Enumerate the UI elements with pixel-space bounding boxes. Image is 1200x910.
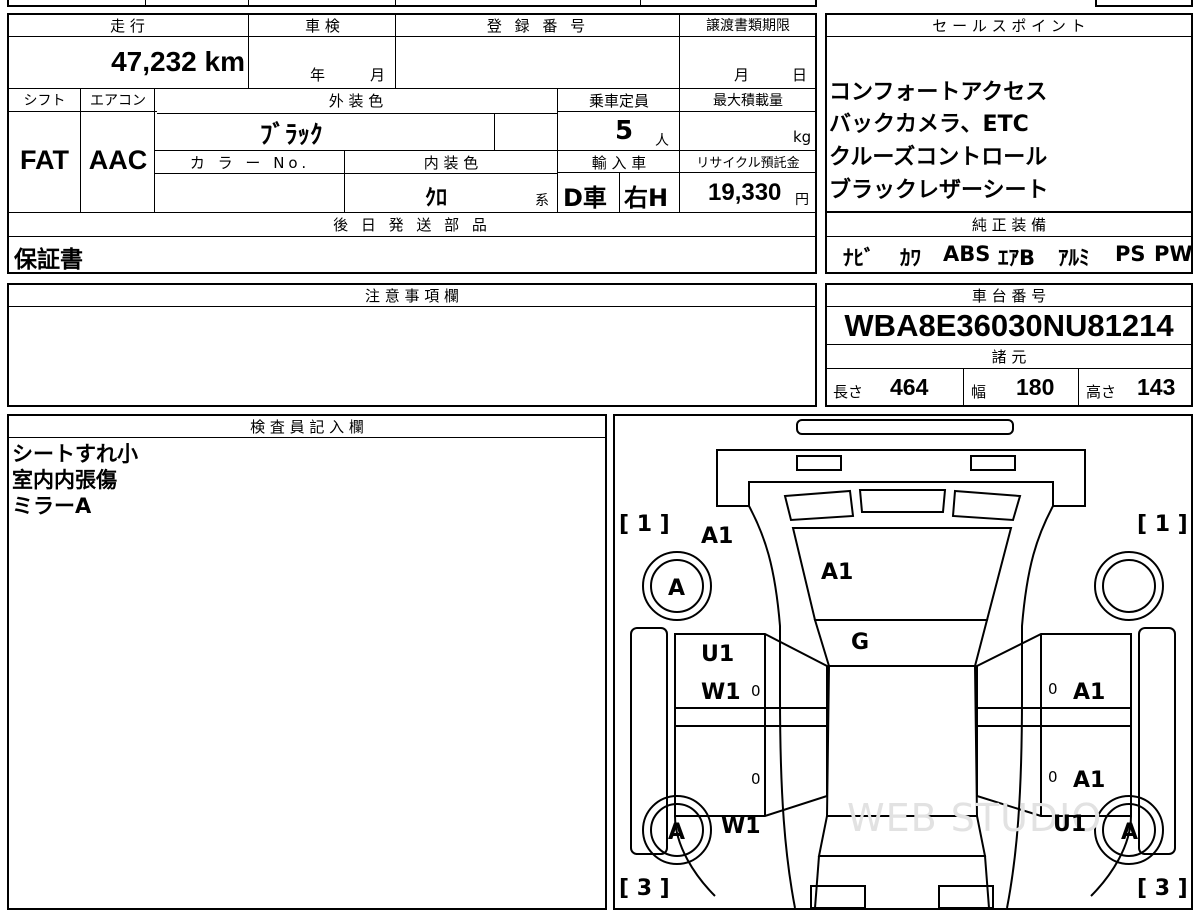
equip-alloy: ｱﾙﾐ <box>1058 246 1090 270</box>
top-strip <box>7 0 817 7</box>
capacity-value: 5 <box>615 116 634 146</box>
recycle-header: リサイクル預託金 <box>696 156 800 171</box>
zero-mark-2: 0 <box>751 770 761 788</box>
length-label: 長さ <box>833 383 864 401</box>
front-left-fender-code: A1 <box>701 524 734 549</box>
shift-header: シフト <box>23 93 66 109</box>
inspection-month-label: 月 <box>370 66 386 84</box>
height-value: 143 <box>1137 374 1176 400</box>
hood-code: A1 <box>821 560 854 585</box>
windshield-code: G <box>851 630 870 655</box>
deadline-day-label: 日 <box>792 66 808 84</box>
equip-ps: PS <box>1115 242 1146 266</box>
inspection-header: 車 検 <box>305 17 340 35</box>
chassis-number: WBA8E36030NU81214 <box>844 308 1174 343</box>
height-label: 高さ <box>1086 383 1117 401</box>
equip-nav: ﾅﾋﾞ <box>843 246 875 270</box>
inspector-header: 検 査 員 記 入 欄 <box>250 418 364 436</box>
specs-header: 諸 元 <box>991 348 1027 366</box>
bracket-rear-right: [ 3 ] <box>1137 876 1188 901</box>
notes-header: 注 意 事 項 欄 <box>364 287 460 305</box>
sales-point-1: コンフォートアクセス <box>829 80 1048 105</box>
rear-right-quarter-code: U1 <box>1053 812 1087 837</box>
equip-leather: ｶﾜ <box>900 246 921 270</box>
aircon-value: AAC <box>88 145 148 175</box>
width-label: 幅 <box>971 383 987 401</box>
bracket-front-right: [ 1 ] <box>1137 512 1188 537</box>
later-parts-value: 保証書 <box>14 247 83 273</box>
shift-value: FAT <box>20 145 69 175</box>
rear-right-door-code: A1 <box>1073 768 1106 793</box>
zero-mark-3: 0 <box>1048 680 1058 698</box>
mileage-value: 47,232 km <box>111 46 245 77</box>
equip-pw: PW <box>1154 242 1193 266</box>
length-value: 464 <box>890 374 929 400</box>
front-right-door-code: A1 <box>1073 680 1106 705</box>
rear-left-quarter-code: W1 <box>721 814 761 839</box>
zero-mark-1: 0 <box>751 682 761 700</box>
car-damage-diagram: WEB STUDIO [ 1 ] [ 1 ] [ 3 ] [ 3 ] A1 A1… <box>613 414 1193 910</box>
later-parts-header: 後 日 発 送 部 品 <box>333 216 491 234</box>
equip-airbag: ｴｱB <box>998 246 1036 270</box>
transfer-deadline-header: 譲渡書類期限 <box>706 18 790 34</box>
mileage-header: 走 行 <box>110 17 145 35</box>
front-left-wheel-code: A <box>668 576 686 601</box>
sales-point-4: ブラックレザーシート <box>829 178 1049 203</box>
front-left-door-code-2: W1 <box>701 680 741 705</box>
equip-abs: ABS <box>943 242 991 266</box>
zero-mark-4: 0 <box>1048 768 1058 786</box>
reg-number-header: 登 録 番 号 <box>486 17 590 35</box>
inspector-line-1: シートすれ小 <box>12 442 138 466</box>
inspection-year-label: 年 <box>310 66 326 84</box>
load-unit: kg <box>793 128 812 146</box>
import-type: D車 <box>563 184 607 212</box>
recycle-value: 19,330 <box>708 179 782 206</box>
interior-color-header: 内 装 色 <box>423 154 479 172</box>
bracket-front-left: [ 1 ] <box>619 512 670 537</box>
handle-side: 右H <box>624 184 669 212</box>
bracket-rear-left: [ 3 ] <box>619 876 670 901</box>
capacity-unit: 人 <box>655 133 669 149</box>
sales-point-2: バックカメラ、ETC <box>829 112 1029 137</box>
max-load-header: 最大積載量 <box>713 93 783 109</box>
width-value: 180 <box>1016 374 1055 400</box>
aircon-header: エアコン <box>90 93 146 109</box>
rear-left-wheel-code: A <box>668 820 686 845</box>
recycle-unit: 円 <box>795 192 809 208</box>
exterior-color-header: 外 装 色 <box>328 92 384 110</box>
sales-points-header: セ ー ル ス ポ イ ン ト <box>932 17 1086 35</box>
interior-suffix: 系 <box>535 193 549 209</box>
import-header: 輸 入 車 <box>591 154 647 172</box>
inspector-line-2: 室内内張傷 <box>12 468 117 492</box>
exterior-color-value: ﾌﾞﾗｯｸ <box>260 120 323 149</box>
sales-point-3: クルーズコントロール <box>829 145 1048 170</box>
chassis-header: 車 台 番 号 <box>971 287 1047 305</box>
color-no-header: カ ラ ー No. <box>189 154 311 172</box>
capacity-header: 乗車定員 <box>588 92 649 110</box>
inspector-line-3: ミラーA <box>12 494 92 518</box>
deadline-month-label: 月 <box>734 66 750 84</box>
standard-equipment-header: 純 正 装 備 <box>971 216 1047 234</box>
front-left-door-code-1: U1 <box>701 642 735 667</box>
interior-color-value: ｸﾛ <box>425 186 448 211</box>
rear-right-wheel-code: A <box>1121 820 1139 845</box>
